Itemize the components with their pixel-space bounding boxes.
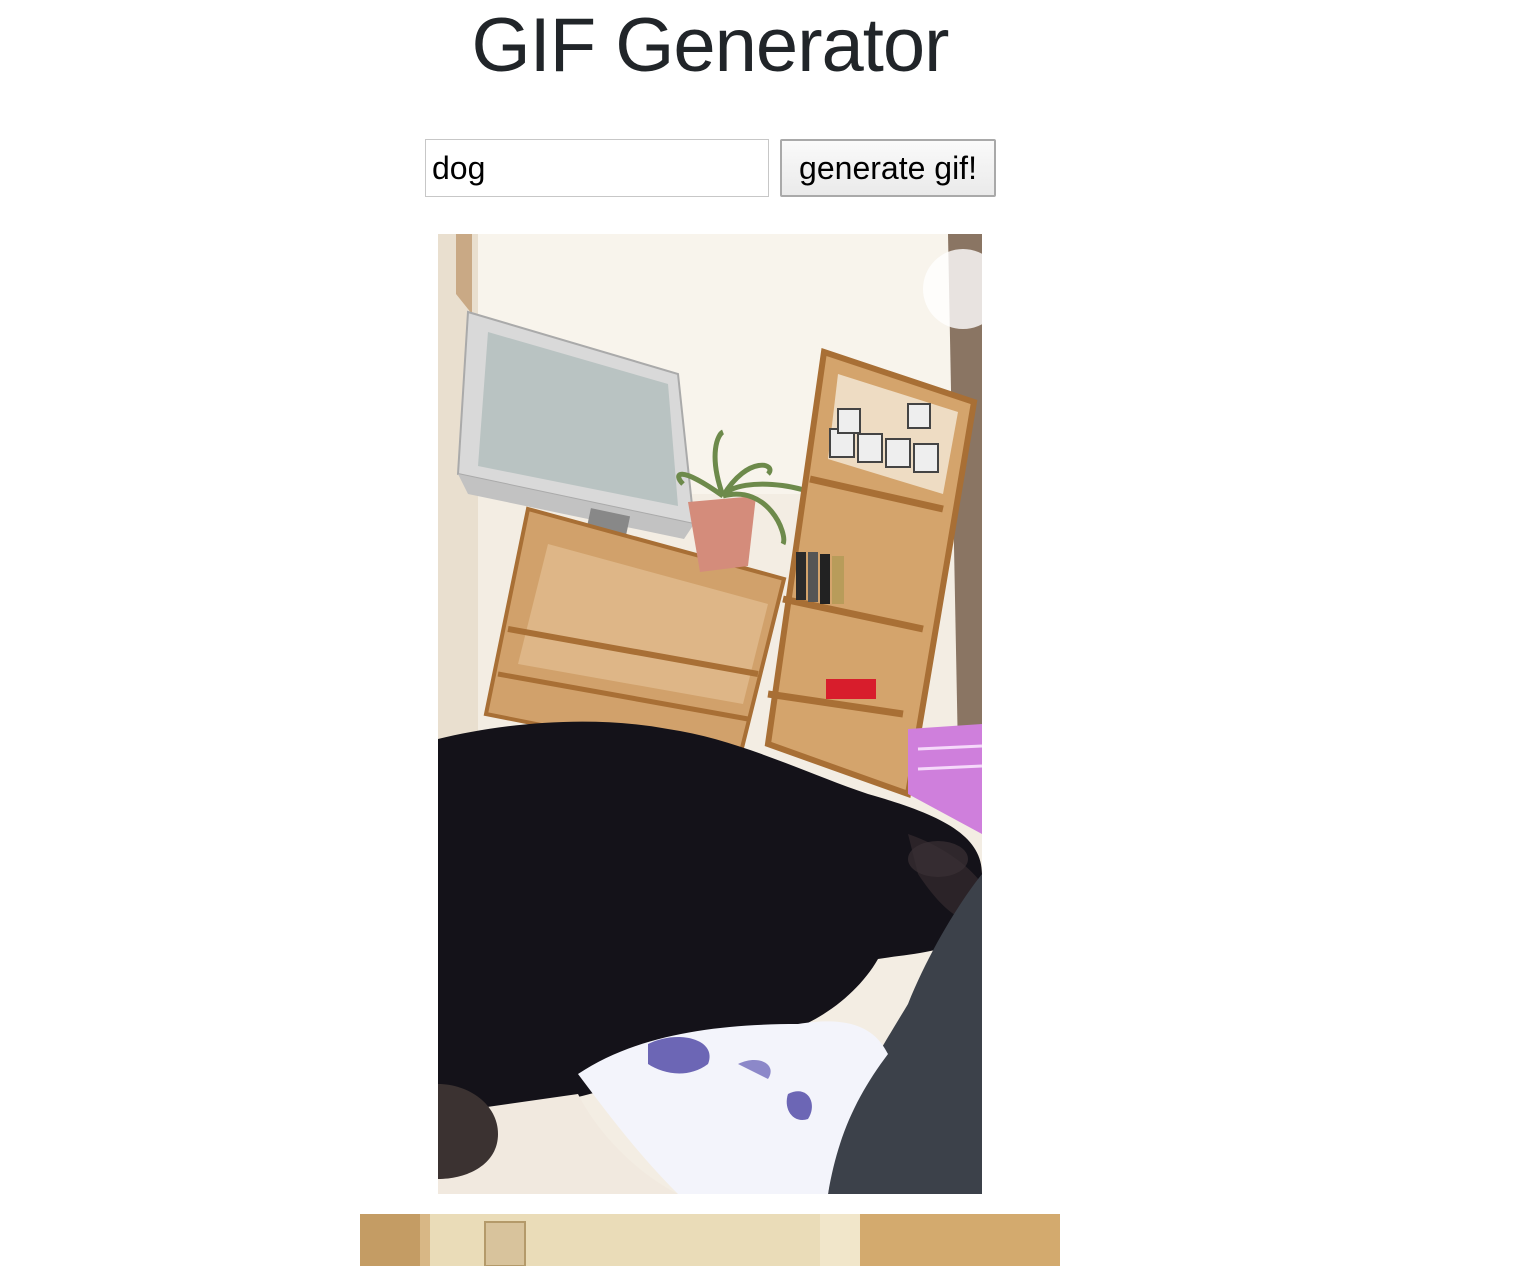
generate-gif-button[interactable]: generate gif! [780, 139, 996, 197]
gif-result-room [360, 1214, 1060, 1266]
gif-result-dog-on-bed [438, 234, 982, 1194]
gif-image [438, 234, 982, 1194]
search-input[interactable] [425, 139, 769, 197]
search-form: generate gif! [425, 139, 996, 197]
page-title: GIF Generator [471, 3, 950, 88]
gif-image [360, 1214, 1060, 1266]
